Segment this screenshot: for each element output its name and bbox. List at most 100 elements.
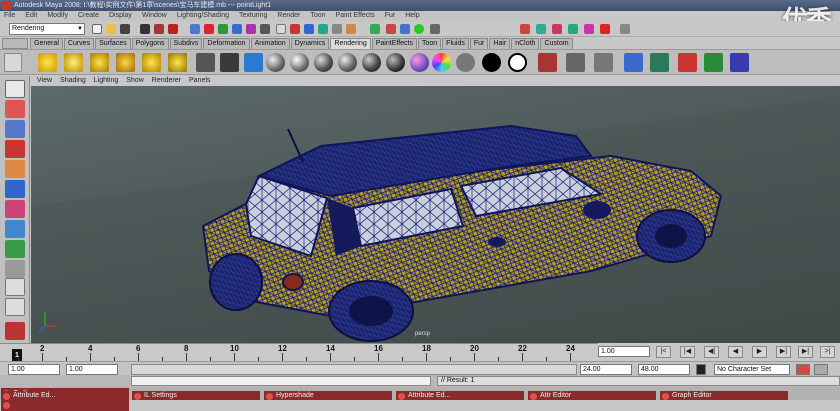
select-dynamics-icon[interactable] [260, 24, 270, 34]
mel-input[interactable] [131, 376, 431, 386]
select-component-icon[interactable] [168, 24, 178, 34]
new-scene-icon[interactable] [92, 24, 102, 34]
menu-edit[interactable]: Edit [25, 11, 37, 21]
show-channel-box-icon[interactable] [552, 24, 562, 34]
menu-help[interactable]: Help [405, 11, 419, 21]
input-line-icon[interactable] [430, 24, 440, 34]
step-back-frame-button[interactable]: |◀ [680, 346, 695, 358]
tab-deformation[interactable]: Deformation [203, 38, 250, 49]
render-globals-icon[interactable] [650, 53, 669, 72]
select-by-handle-icon[interactable] [190, 24, 200, 34]
last-tool-icon[interactable] [5, 260, 25, 278]
blinn-sphere-icon[interactable] [290, 53, 309, 72]
paint-select-icon[interactable] [5, 120, 25, 138]
menu-create[interactable]: Create [78, 11, 99, 21]
task-hypershade[interactable]: Hypershade [264, 391, 392, 400]
panel-menu-lighting[interactable]: Lighting [94, 76, 119, 86]
lasso-tool-icon[interactable] [5, 100, 25, 118]
tab-animation[interactable]: Animation [250, 38, 290, 49]
step-forward-key-button[interactable]: ▶| [776, 346, 791, 358]
tab-fur[interactable]: Fur [469, 38, 489, 49]
snap-view-plane-icon[interactable] [332, 24, 342, 34]
area-light-icon[interactable] [142, 53, 161, 72]
anisotropic-sphere-icon[interactable] [362, 53, 381, 72]
paint-icon[interactable] [584, 24, 594, 34]
character-set-dropdown[interactable]: No Character Set [714, 364, 790, 375]
menu-window[interactable]: Window [142, 11, 167, 21]
tab-custom[interactable]: Custom [540, 38, 573, 49]
select-surface-icon[interactable] [232, 24, 242, 34]
auto-key-icon[interactable] [796, 364, 810, 375]
layered-shader-icon[interactable] [386, 53, 405, 72]
select-curve-icon[interactable] [218, 24, 228, 34]
single-view-layout-icon[interactable] [5, 278, 25, 296]
menu-modify[interactable]: Modify [47, 11, 68, 21]
layout-icon[interactable] [620, 24, 630, 34]
render-settings-icon[interactable] [414, 24, 424, 34]
ambient-light-icon[interactable] [38, 53, 57, 72]
spot-light-icon[interactable] [116, 53, 135, 72]
task-attr-editor[interactable]: Attr Editor [528, 391, 656, 400]
hypershade-icon[interactable] [624, 53, 643, 72]
snap-grid-icon[interactable] [290, 24, 300, 34]
tab-toon[interactable]: Toon [417, 38, 442, 49]
panel-menu-shading[interactable]: Shading [60, 76, 86, 86]
snapshot-icon[interactable] [594, 53, 613, 72]
delete-unused-nodes-icon[interactable] [678, 53, 697, 72]
task-attribute-editor-2[interactable]: Attribute Ed... [396, 391, 524, 400]
show-manipulator-icon[interactable] [5, 240, 25, 258]
menu-display[interactable]: Display [109, 11, 132, 21]
shading-map-icon[interactable] [508, 53, 527, 72]
start-time-field[interactable]: 1.00 [8, 364, 60, 375]
render-current-frame-icon[interactable] [386, 24, 396, 34]
save-scene-icon[interactable] [120, 24, 130, 34]
task-graph-editor[interactable]: Graph Editor [660, 391, 788, 400]
menu-lighting-shading[interactable]: Lighting/Shading [177, 11, 229, 21]
end-time-field[interactable]: 48.00 [638, 364, 690, 375]
batch-render-icon[interactable] [704, 53, 723, 72]
camera-icon[interactable] [196, 53, 215, 72]
use-background-icon[interactable] [482, 53, 501, 72]
animation-preferences-icon[interactable] [814, 364, 828, 375]
color-sphere-icon[interactable] [432, 53, 451, 72]
render-view-icon[interactable] [538, 53, 557, 72]
step-back-key-button[interactable]: ◀| [704, 346, 719, 358]
tab-dynamics[interactable]: Dynamics [290, 38, 330, 49]
select-object-icon[interactable] [154, 24, 164, 34]
make-live-icon[interactable] [346, 24, 356, 34]
tab-ncloth[interactable]: nCloth [511, 38, 540, 49]
tab-subdivs[interactable]: Subdivs [169, 38, 203, 49]
ipr-render-icon[interactable] [400, 24, 410, 34]
play-forwards-button[interactable]: ▶ [752, 346, 767, 358]
point-light-icon[interactable] [90, 53, 109, 72]
menu-paint-effects[interactable]: Paint Effects [336, 11, 375, 21]
menu-fur[interactable]: Fur [385, 11, 396, 21]
render-region-icon[interactable] [566, 53, 585, 72]
menu-set-dropdown[interactable]: Rendering ▼ [9, 23, 85, 35]
panel-menu-show[interactable]: Show [126, 76, 144, 86]
tab-curves[interactable]: Curves [63, 38, 95, 49]
paint-brush-icon[interactable] [730, 53, 749, 72]
snap-curve-icon[interactable] [304, 24, 314, 34]
paint-effects-icon[interactable] [600, 24, 610, 34]
range-slider[interactable] [131, 364, 577, 375]
select-deformer-icon[interactable] [246, 24, 256, 34]
perspective-viewport[interactable]: persp [31, 86, 840, 343]
select-joint-icon[interactable] [204, 24, 214, 34]
move-tool-icon[interactable] [5, 140, 25, 158]
history-icon[interactable] [370, 24, 380, 34]
select-rendering-icon[interactable] [276, 24, 286, 34]
task-il-settings[interactable]: IL Settings [132, 391, 260, 400]
playback-start-field[interactable]: 1.00 [66, 364, 118, 375]
task-attribute-editor[interactable]: Attribute Ed... [1, 391, 129, 400]
select-hierarchy-icon[interactable] [140, 24, 150, 34]
panel-menu-view[interactable]: View [37, 76, 52, 86]
shelf-menu-button[interactable] [2, 38, 28, 49]
volume-light-icon[interactable] [168, 53, 187, 72]
directional-light-icon[interactable] [64, 53, 83, 72]
show-attribute-editor-icon[interactable] [520, 24, 530, 34]
tab-polygons[interactable]: Polygons [131, 38, 169, 49]
step-forward-frame-button[interactable]: ▶| [798, 346, 813, 358]
surface-shader-icon[interactable] [456, 53, 475, 72]
shelf-options-icon[interactable] [4, 53, 22, 72]
